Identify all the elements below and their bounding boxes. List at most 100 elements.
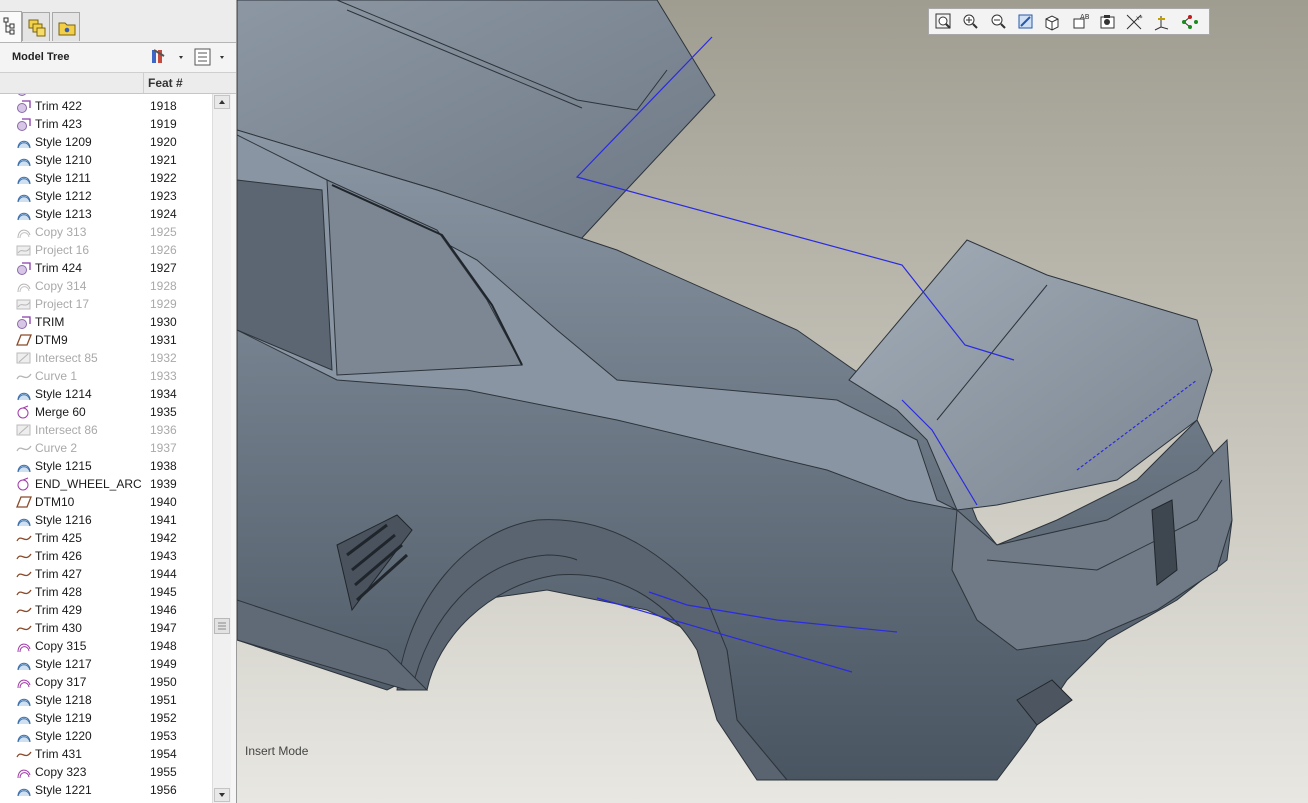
- feature-name: Trim 423: [35, 117, 82, 131]
- tree-row[interactable]: Copy 314 1928: [0, 277, 212, 295]
- tree-row[interactable]: Trim 426 1943: [0, 547, 212, 565]
- zoom-fit-icon: [933, 13, 955, 35]
- tree-row[interactable]: Style 1221 1956: [0, 781, 212, 799]
- tree-scrollbar[interactable]: [212, 94, 231, 803]
- zoom-in-button[interactable]: [960, 12, 982, 32]
- style-feature-icon: [16, 729, 32, 743]
- scroll-up-button[interactable]: [214, 95, 230, 109]
- scroll-thumb[interactable]: [214, 618, 230, 634]
- curve-trim-feature-icon: [16, 567, 32, 581]
- feature-name: END_WHEEL_ARC: [35, 477, 142, 491]
- repaint-button[interactable]: [1015, 12, 1037, 32]
- intersect-feature-icon: [16, 351, 32, 365]
- tree-row[interactable]: END_WHEEL_ARC 1939: [0, 475, 212, 493]
- model-tree-tab[interactable]: [0, 11, 22, 42]
- tree-settings-button[interactable]: [150, 47, 186, 67]
- tree-columns-button[interactable]: [192, 47, 230, 67]
- saved-views-button[interactable]: [1042, 12, 1064, 32]
- folder-browser-icon: [58, 22, 76, 36]
- csys-display-button[interactable]: [1151, 12, 1173, 32]
- layers-tab[interactable]: [22, 12, 50, 41]
- feature-name: Copy 314: [35, 279, 87, 293]
- saved-views-icon: [1042, 15, 1064, 35]
- tree-row[interactable]: Intersect 85 1932: [0, 349, 212, 367]
- feature-number: 1935: [150, 405, 177, 419]
- annotation-display-icon: AB: [1070, 13, 1092, 35]
- feature-name: Style 1218: [35, 693, 92, 707]
- curve-trim-feature-icon: [16, 621, 32, 635]
- tree-column-header: Feat #: [0, 73, 236, 94]
- car-rear-model[interactable]: [237, 0, 1308, 803]
- graphics-viewport[interactable]: AB x*: [237, 0, 1308, 803]
- folder-browser-tab[interactable]: [52, 12, 80, 41]
- feature-number: 1930: [150, 315, 177, 329]
- tree-row[interactable]: Trim 431 1954: [0, 745, 212, 763]
- tree-row[interactable]: Trim 428 1945: [0, 583, 212, 601]
- feature-number: 1952: [150, 711, 177, 725]
- datum-display-button[interactable]: x*: [1124, 12, 1146, 32]
- tree-row[interactable]: Trim 430 1947: [0, 619, 212, 637]
- tree-row[interactable]: Trim 429 1946: [0, 601, 212, 619]
- feature-number: 1953: [150, 729, 177, 743]
- tree-row[interactable]: Trim 422 1918: [0, 97, 212, 115]
- feature-name: Style 1219: [35, 711, 92, 725]
- tree-row[interactable]: Style 1220 1953: [0, 727, 212, 745]
- tree-row[interactable]: Style 1218 1951: [0, 691, 212, 709]
- feature-name: Curve 1: [35, 369, 78, 383]
- curve-trim-feature-icon: [16, 549, 32, 563]
- tree-row[interactable]: Project 17 1929: [0, 295, 212, 313]
- tree-row[interactable]: Trim 424 1927: [0, 259, 212, 277]
- tree-row[interactable]: Trim 425 1942: [0, 529, 212, 547]
- copy-active-feature-icon: [16, 675, 32, 689]
- trim-feature-icon: [16, 99, 32, 113]
- tree-row[interactable]: Style 1217 1949: [0, 655, 212, 673]
- point-display-button[interactable]: [1179, 12, 1201, 32]
- svg-text:AB: AB: [1080, 13, 1090, 21]
- tree-row[interactable]: DTM9 1931: [0, 331, 212, 349]
- zoom-in-icon: [960, 14, 982, 35]
- feature-number: 1948: [150, 639, 177, 653]
- column-divider[interactable]: [143, 73, 144, 93]
- tree-row[interactable]: Style 1214 1934: [0, 385, 212, 403]
- tree-row[interactable]: Copy 323 1955: [0, 763, 212, 781]
- style-feature-icon: [16, 657, 32, 671]
- feature-number: 1956: [150, 783, 177, 797]
- tree-row[interactable]: Project 16 1926: [0, 241, 212, 259]
- grip-icon: [218, 622, 226, 630]
- feature-name: Copy 313: [35, 225, 87, 239]
- tree-row[interactable]: Trim 423 1919: [0, 115, 212, 133]
- feature-name: Trim 426: [35, 549, 82, 563]
- tree-row[interactable]: Curve 2 1937: [0, 439, 212, 457]
- zoom-fit-button[interactable]: [933, 12, 955, 32]
- feature-name: DTM9: [35, 333, 68, 347]
- tree-row[interactable]: Copy 313 1925: [0, 223, 212, 241]
- tree-row[interactable]: Style 1211 1922: [0, 169, 212, 187]
- feat-number-column-header[interactable]: Feat #: [148, 76, 183, 90]
- feature-number: 1945: [150, 585, 177, 599]
- tree-row[interactable]: Style 1219 1952: [0, 709, 212, 727]
- tree-row[interactable]: Style 1213 1924: [0, 205, 212, 223]
- zoom-out-button[interactable]: [988, 12, 1010, 32]
- annotation-display-button[interactable]: AB: [1070, 12, 1092, 32]
- feature-name: Merge 60: [35, 405, 86, 419]
- tree-row[interactable]: Style 1215 1938: [0, 457, 212, 475]
- spin-center-button[interactable]: [1097, 12, 1119, 32]
- tree-row[interactable]: Merge 60 1935: [0, 403, 212, 421]
- tree-row[interactable]: TRIM 1930: [0, 313, 212, 331]
- tree-row[interactable]: DTM10 1940: [0, 493, 212, 511]
- tree-row[interactable]: Copy 317 1950: [0, 673, 212, 691]
- tree-row[interactable]: Copy 315 1948: [0, 637, 212, 655]
- tree-row[interactable]: Style 1212 1923: [0, 187, 212, 205]
- feature-name: Style 1215: [35, 459, 92, 473]
- feature-name: Style 1211: [35, 171, 91, 185]
- tree-row[interactable]: Intersect 86 1936: [0, 421, 212, 439]
- copy-feature-icon: [16, 279, 32, 293]
- feature-number: 1947: [150, 621, 177, 635]
- scroll-down-button[interactable]: [214, 788, 230, 802]
- model-tree-title: Model Tree: [12, 51, 70, 63]
- tree-row[interactable]: Style 1216 1941: [0, 511, 212, 529]
- tree-row[interactable]: Style 1209 1920: [0, 133, 212, 151]
- tree-row[interactable]: Trim 427 1944: [0, 565, 212, 583]
- tree-row[interactable]: Curve 1 1933: [0, 367, 212, 385]
- tree-row[interactable]: Style 1210 1921: [0, 151, 212, 169]
